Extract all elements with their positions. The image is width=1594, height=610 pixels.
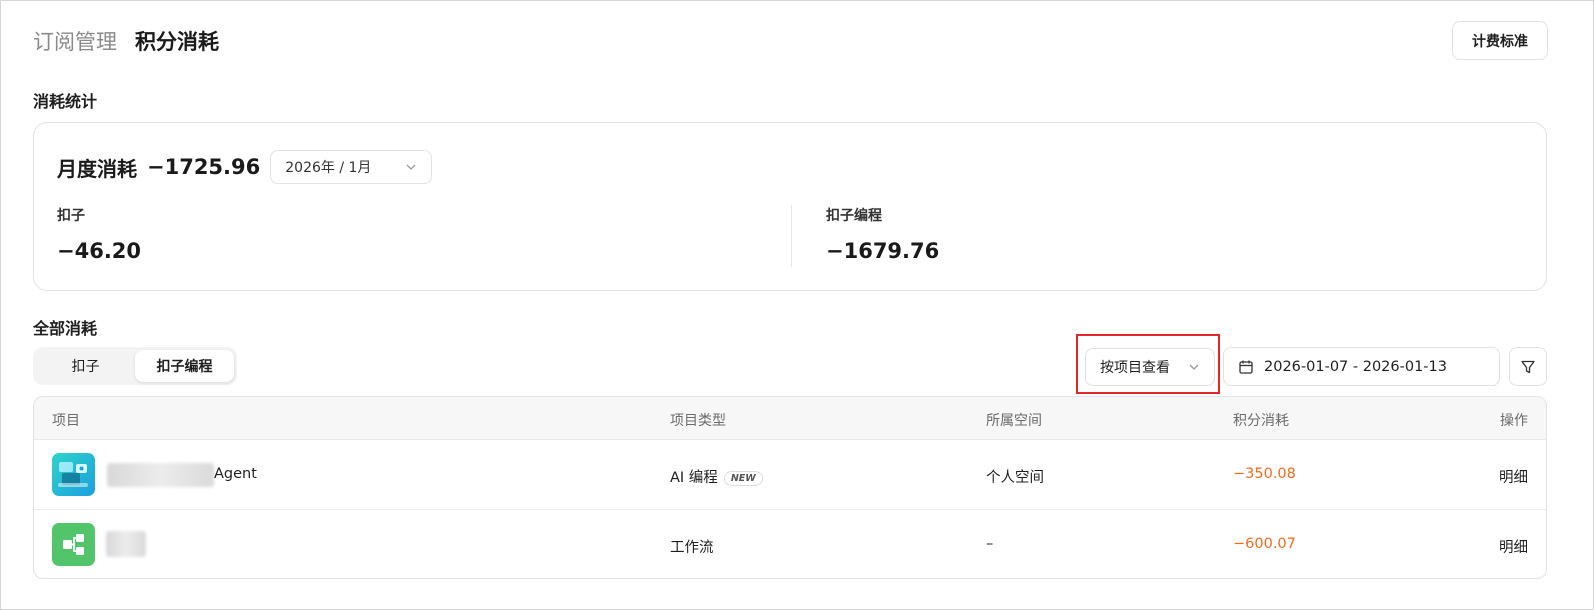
- tab-coze-coding[interactable]: 扣子编程: [135, 350, 234, 382]
- view-by-value: 按项目查看: [1100, 360, 1170, 376]
- project-type-label: AI 编程: [670, 470, 718, 486]
- stat-coze-coding: 扣子编程 −1679.76: [826, 205, 939, 263]
- col-points: 积分消耗: [1233, 413, 1289, 429]
- new-badge: NEW: [723, 470, 763, 486]
- col-action: 操作: [1500, 413, 1528, 429]
- stat-value: −46.20: [57, 239, 142, 263]
- workflow-icon: [52, 523, 95, 566]
- chevron-down-icon: [1189, 364, 1199, 370]
- consumption-table: 项目 项目类型 所属空间 积分消耗 操作 Agent AI 编程 NEW 个人空间…: [33, 396, 1547, 579]
- project-cost: −350.08: [1233, 466, 1296, 482]
- redacted-project-name: [106, 531, 146, 557]
- billing-standard-button[interactable]: 计费标准: [1452, 21, 1548, 60]
- stat-value: −1679.76: [826, 239, 940, 263]
- month-select-value: 2026年 / 1月: [285, 160, 372, 176]
- breadcrumb: 订阅管理 积分消耗: [33, 26, 219, 56]
- table-row[interactable]: Agent AI 编程 NEW 个人空间 −350.08 明细: [34, 440, 1546, 510]
- col-type: 项目类型: [670, 413, 726, 429]
- agent-project-icon: [52, 453, 95, 496]
- chevron-down-icon: [406, 164, 416, 170]
- monthly-summary: 月度消耗 −1725.96 2026年 / 1月: [57, 150, 433, 184]
- product-tabs: 扣子 扣子编程: [33, 347, 237, 385]
- stats-section-title: 消耗统计: [33, 92, 98, 111]
- project-name-suffix: Agent: [214, 466, 257, 482]
- month-select[interactable]: 2026年 / 1月: [270, 150, 433, 184]
- col-project: 项目: [52, 413, 80, 429]
- table-header: 项目 项目类型 所属空间 积分消耗 操作: [34, 397, 1546, 440]
- all-section-title: 全部消耗: [33, 319, 98, 338]
- view-by-select[interactable]: 按项目查看: [1085, 348, 1215, 386]
- detail-link[interactable]: 明细: [1499, 536, 1528, 557]
- calendar-icon: [1239, 360, 1253, 374]
- project-space: –: [986, 536, 994, 552]
- date-range-picker[interactable]: 2026-01-07 - 2026-01-13: [1223, 347, 1500, 386]
- project-cost: −600.07: [1233, 536, 1296, 552]
- tab-coze[interactable]: 扣子: [36, 350, 135, 382]
- breadcrumb-points: 积分消耗: [135, 30, 219, 54]
- stats-card: 月度消耗 −1725.96 2026年 / 1月 扣子 −46.20 扣子编程 …: [33, 122, 1547, 291]
- monthly-label: 月度消耗: [57, 156, 137, 181]
- stat-coze: 扣子 −46.20: [57, 205, 141, 263]
- project-space: 个人空间: [986, 470, 1044, 486]
- filter-button[interactable]: [1509, 347, 1547, 386]
- redacted-project-name: [107, 463, 214, 487]
- project-type: 工作流: [670, 540, 714, 556]
- detail-link[interactable]: 明细: [1499, 466, 1528, 487]
- filter-icon: [1521, 360, 1535, 373]
- stat-label: 扣子编程: [826, 208, 882, 224]
- stat-divider: [791, 205, 792, 267]
- stat-label: 扣子: [57, 208, 85, 224]
- table-row[interactable]: 工作流 – −600.07 明细: [34, 510, 1546, 578]
- date-range-value: 2026-01-07 - 2026-01-13: [1264, 358, 1447, 375]
- project-type: AI 编程 NEW: [670, 466, 763, 487]
- breadcrumb-subscription[interactable]: 订阅管理: [33, 26, 117, 56]
- monthly-value: −1725.96: [147, 155, 261, 179]
- col-space: 所属空间: [986, 413, 1042, 429]
